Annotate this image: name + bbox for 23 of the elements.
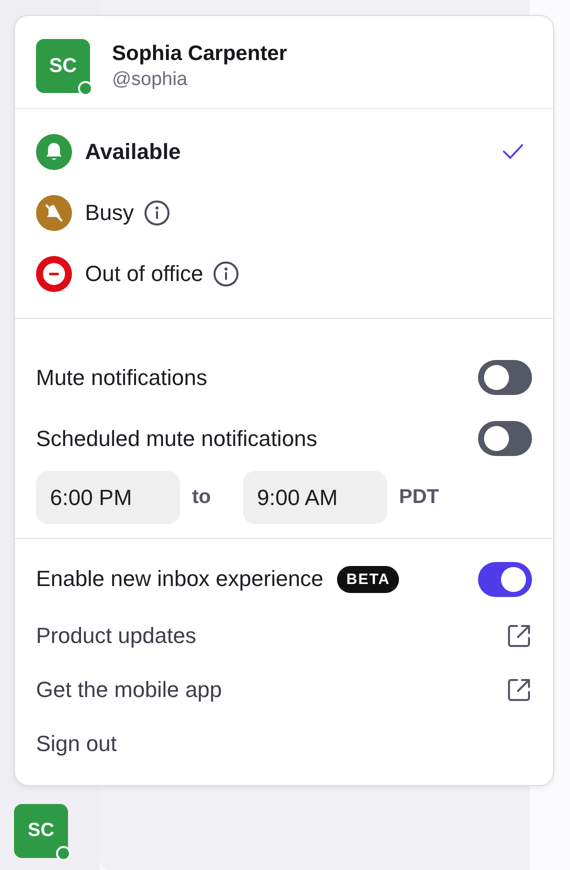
beta-badge: BETA bbox=[337, 566, 400, 592]
toggle-switch[interactable] bbox=[478, 360, 532, 395]
menu-link[interactable]: Product updates bbox=[36, 623, 196, 649]
status-option[interactable]: Available bbox=[85, 138, 181, 164]
user-avatar: SC bbox=[36, 39, 90, 93]
setting-label: Enable new inbox experience bbox=[36, 566, 324, 592]
user-name: Sophia Carpenter bbox=[112, 42, 288, 66]
status-option[interactable]: Busy bbox=[85, 200, 134, 226]
timezone-label: PDT bbox=[399, 486, 439, 509]
toggle-switch[interactable] bbox=[478, 562, 532, 596]
status-option[interactable]: Out of office bbox=[85, 260, 204, 286]
time-field[interactable]: 6:00 PM bbox=[36, 471, 180, 524]
menu-link[interactable]: Get the mobile app bbox=[36, 677, 222, 703]
toggle-switch[interactable] bbox=[478, 421, 532, 456]
time-field[interactable]: 9:00 AM bbox=[243, 471, 387, 524]
menu-link[interactable]: Sign out bbox=[36, 731, 117, 757]
info-icon[interactable] bbox=[213, 260, 240, 286]
user-handle: @sophia bbox=[112, 68, 188, 90]
info-icon[interactable] bbox=[144, 200, 170, 226]
setting-label: Mute notifications bbox=[36, 364, 208, 390]
to-label: to bbox=[191, 486, 212, 509]
user-avatar[interactable]: SC bbox=[14, 804, 68, 858]
setting-label: Scheduled mute notifications bbox=[36, 426, 318, 452]
